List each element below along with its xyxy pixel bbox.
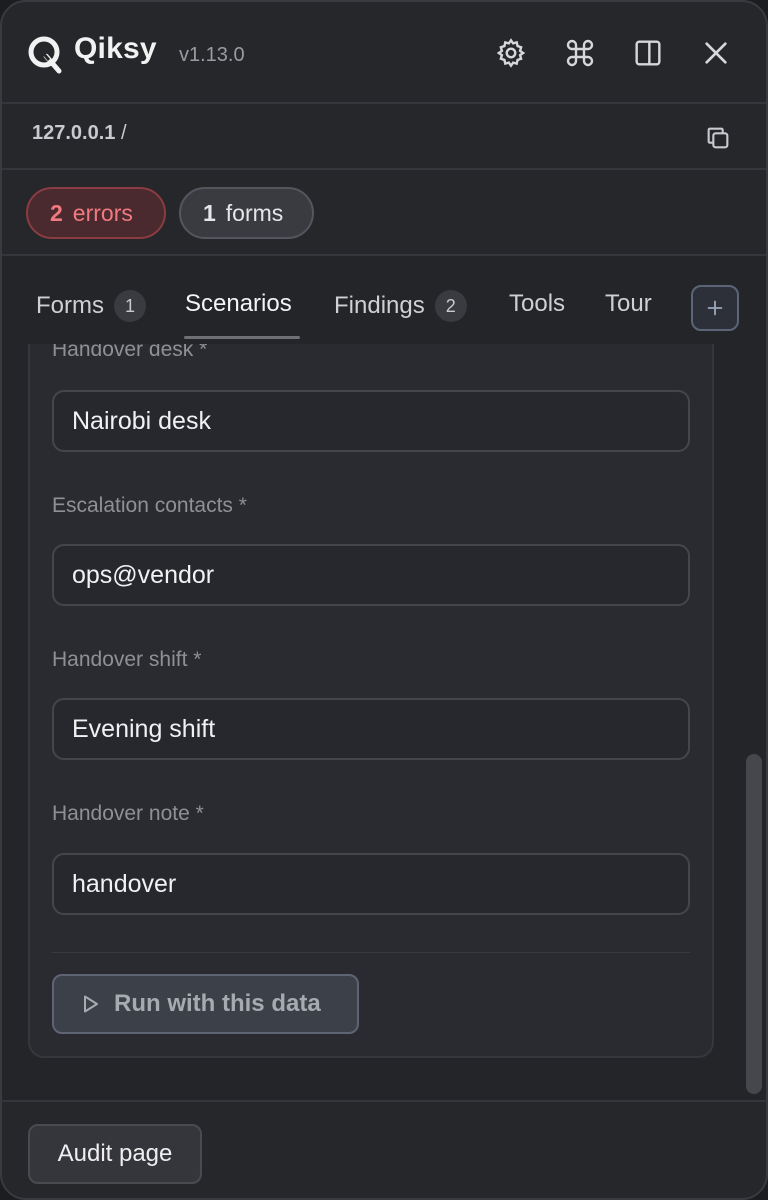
close-icon <box>705 42 727 64</box>
tab-label: Tools <box>509 290 566 317</box>
copy-url-icon[interactable] <box>704 124 732 152</box>
tab-label: Scenarios <box>185 290 292 317</box>
url-host: 127.0.0.1 <box>32 122 116 144</box>
tab-scenarios[interactable]: Scenarios <box>185 290 292 318</box>
tab-tour[interactable]: Tour <box>605 290 652 318</box>
handover-desk-input[interactable]: Nairobi desk <box>52 390 690 452</box>
tab-tools[interactable]: Tools <box>509 290 565 318</box>
sidebar-toggle-icon <box>635 40 661 66</box>
settings-icon <box>496 38 526 68</box>
forms-badge[interactable]: 1 forms <box>179 187 314 239</box>
tab-label: Findings <box>334 292 425 319</box>
forms-label: forms <box>225 199 284 226</box>
plus-icon <box>707 300 723 316</box>
play-icon <box>84 995 98 1013</box>
run-button-label: Run with this data <box>114 990 321 1017</box>
errors-count: 2 <box>50 199 63 226</box>
qiksy-logo-icon <box>28 36 62 74</box>
url-path: / <box>120 122 127 144</box>
forms-count: 1 <box>203 199 216 226</box>
tab-label: Forms <box>36 292 104 319</box>
active-tab-indicator <box>184 336 300 339</box>
handover-note-input[interactable]: handover <box>52 853 690 915</box>
app-version: v1.13.0 <box>179 44 245 66</box>
audit-page-button[interactable]: Audit page <box>28 1124 202 1184</box>
escalation-contacts-input[interactable]: ops@vendor <box>52 544 690 606</box>
url-bar: 127.0.0.1 / <box>2 104 766 170</box>
close-button[interactable] <box>698 35 734 71</box>
form-divider <box>52 952 690 953</box>
summary-badges: 2 errors 1 forms <box>2 170 766 256</box>
app-name: Qiksy <box>74 32 157 65</box>
handover-shift-input[interactable]: Evening shift <box>52 698 690 760</box>
command-icon <box>566 39 594 67</box>
run-with-data-button[interactable]: Run with this data <box>52 974 359 1034</box>
footer: Audit page <box>2 1100 766 1198</box>
field-label-handover-desk: Handover desk * <box>52 344 208 361</box>
tab-findings[interactable]: Findings 2 <box>334 290 467 322</box>
errors-label: errors <box>72 199 133 226</box>
command-button[interactable] <box>562 35 598 71</box>
tab-label: Tour <box>605 290 652 317</box>
tab-count: 1 <box>114 290 146 322</box>
tab-count: 2 <box>434 290 467 322</box>
page-url: 127.0.0.1 / <box>32 122 127 145</box>
extension-window: Qiksy v1.13.0 127.0.0.1 / 2 errors 1 for… <box>0 0 768 1200</box>
settings-button[interactable] <box>493 35 529 71</box>
errors-badge[interactable]: 2 errors <box>26 187 166 239</box>
header: Qiksy v1.13.0 <box>2 2 766 104</box>
scenario-panel: Handover desk * Nairobi desk Escalation … <box>2 344 766 1100</box>
tab-bar: Forms 1 Scenarios Findings 2 Tools Tour <box>2 256 766 344</box>
scrollbar-thumb[interactable] <box>746 754 762 1094</box>
sidebar-toggle-button[interactable] <box>630 35 666 71</box>
tab-forms[interactable]: Forms 1 <box>36 290 146 322</box>
field-label-handover-note: Handover note * <box>52 802 204 825</box>
add-tab-button[interactable] <box>691 285 739 331</box>
field-label-escalation-contacts: Escalation contacts * <box>52 494 247 517</box>
field-label-handover-shift: Handover shift * <box>52 648 202 671</box>
